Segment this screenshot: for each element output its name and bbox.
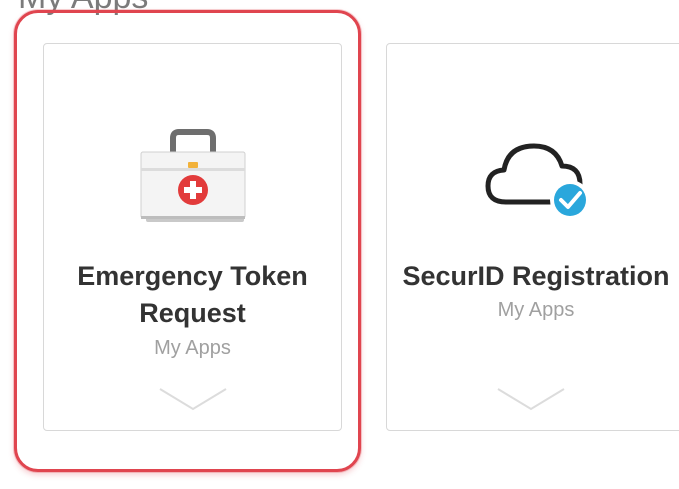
app-store-page: My Apps Em xyxy=(0,0,679,489)
first-aid-kit-icon xyxy=(44,124,341,224)
app-category: My Apps xyxy=(154,337,231,359)
app-title: Emergency Token Request xyxy=(77,261,308,328)
app-tile-securid-registration[interactable]: SecurID Registration My Apps xyxy=(386,43,679,431)
app-category: My Apps xyxy=(497,299,575,321)
app-title: SecurID Registration xyxy=(402,261,670,291)
cloud-check-icon xyxy=(387,124,679,224)
chevron-down-icon[interactable] xyxy=(387,386,675,412)
app-tile-emergency-token-request[interactable]: Emergency Token Request My Apps xyxy=(43,43,342,431)
chevron-down-icon[interactable] xyxy=(44,386,341,412)
